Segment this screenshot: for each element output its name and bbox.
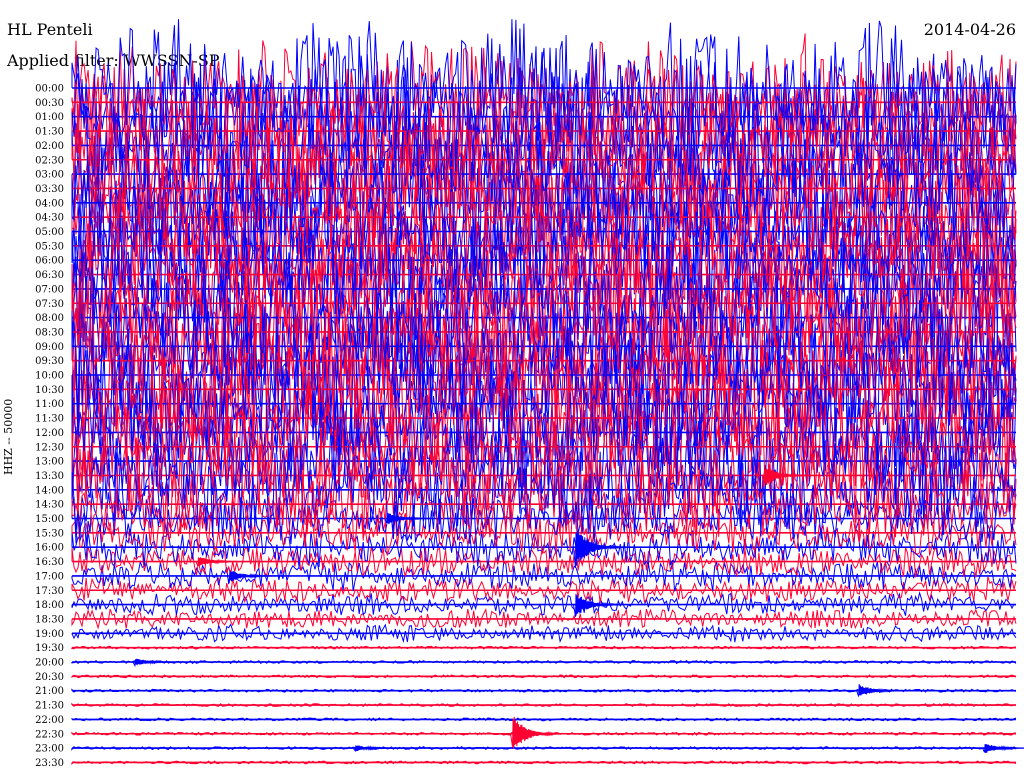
time-tick-label: 10:30 xyxy=(35,385,64,396)
time-tick-label: 21:00 xyxy=(35,686,64,697)
event-burst xyxy=(195,557,247,567)
time-tick-label: 19:30 xyxy=(35,643,64,654)
time-tick-label: 23:30 xyxy=(35,758,64,769)
time-tick-label: 03:00 xyxy=(35,170,64,181)
time-tick-label: 02:30 xyxy=(35,155,64,166)
time-tick-label: 06:00 xyxy=(35,256,64,267)
time-tick-label: 10:00 xyxy=(35,371,64,382)
time-tick-label: 18:00 xyxy=(35,600,64,611)
time-tick-label: 20:00 xyxy=(35,658,64,669)
time-tick-label: 11:00 xyxy=(35,399,64,410)
time-tick-label: 19:00 xyxy=(35,629,64,640)
time-tick-label: 11:30 xyxy=(35,414,64,425)
time-tick-label: 17:30 xyxy=(35,586,64,597)
time-tick-label: 14:00 xyxy=(35,485,64,496)
time-tick-label: 02:00 xyxy=(35,141,64,152)
time-tick-labels: 00:00 00:30 01:00 01:30 02:00 02:30 03:00 03:30… xyxy=(35,84,64,769)
event-burst xyxy=(510,716,562,749)
time-tick-label: 01:30 xyxy=(35,127,64,138)
time-tick-label: 04:00 xyxy=(35,198,64,209)
time-tick-label: 17:00 xyxy=(35,571,64,582)
time-tick-label: 09:00 xyxy=(35,342,64,353)
time-tick-label: 09:30 xyxy=(35,356,64,367)
time-tick-label: 07:30 xyxy=(35,299,64,310)
time-tick-label: 13:00 xyxy=(35,457,64,468)
time-tick-label: 16:00 xyxy=(35,543,64,554)
time-tick-label: 08:00 xyxy=(35,313,64,324)
time-tick-label: 15:00 xyxy=(35,514,64,525)
time-tick-label: 12:30 xyxy=(35,442,64,453)
time-tick-label: 01:00 xyxy=(35,112,64,123)
time-tick-label: 03:30 xyxy=(35,184,64,195)
time-tick-label: 18:30 xyxy=(35,614,64,625)
time-tick-label: 13:30 xyxy=(35,471,64,482)
time-tick-label: 06:30 xyxy=(35,270,64,281)
time-tick-label: 22:00 xyxy=(35,715,64,726)
time-tick-label: 04:30 xyxy=(35,213,64,224)
seismic-traces xyxy=(71,19,1017,765)
time-tick-label: 20:30 xyxy=(35,672,64,683)
helicorder-plot: 00:00 00:30 01:00 01:30 02:00 02:30 03:00 03:30… xyxy=(35,19,1024,769)
time-tick-label: 00:30 xyxy=(35,98,64,109)
time-tick-label: 23:00 xyxy=(35,744,64,755)
time-tick-label: 12:00 xyxy=(35,428,64,439)
time-tick-label: 05:00 xyxy=(35,227,64,238)
time-tick-label: 15:30 xyxy=(35,528,64,539)
time-tick-label: 08:30 xyxy=(35,327,64,338)
event-burst xyxy=(982,743,1024,753)
event-burst xyxy=(856,684,908,697)
time-tick-label: 16:30 xyxy=(35,557,64,568)
time-tick-label: 14:30 xyxy=(35,500,64,511)
time-tick-label: 00:00 xyxy=(35,84,64,95)
event-burst xyxy=(132,658,185,668)
time-tick-label: 22:30 xyxy=(35,729,64,740)
time-tick-label: 05:30 xyxy=(35,241,64,252)
event-burst xyxy=(352,745,405,753)
time-tick-label: 07:00 xyxy=(35,284,64,295)
time-tick-label: 21:30 xyxy=(35,701,64,712)
